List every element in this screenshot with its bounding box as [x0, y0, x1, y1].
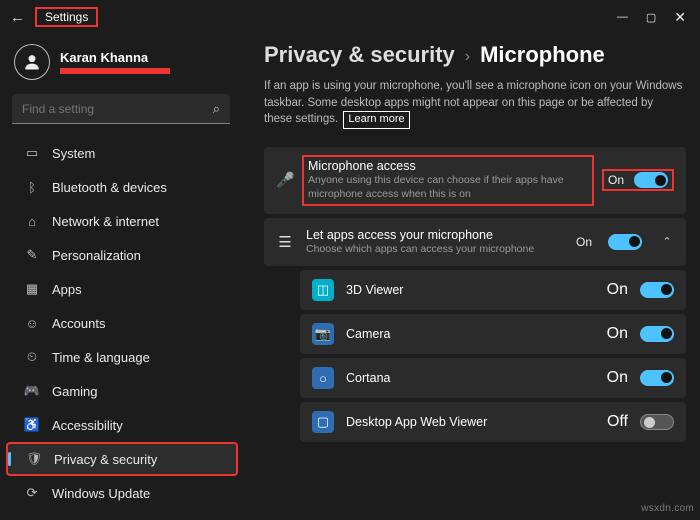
camera-icon: 📷	[312, 323, 334, 345]
search-icon: ⌕	[213, 101, 220, 117]
system-icon: ▭	[24, 145, 40, 161]
personalization-icon: ✎	[24, 247, 40, 263]
sidebar-item-label: System	[52, 146, 95, 161]
sidebar-item-label: Accounts	[52, 316, 105, 331]
gaming-icon: 🎮	[24, 383, 40, 399]
sidebar-item-label: Personalization	[52, 248, 141, 263]
sidebar-item-label: Apps	[52, 282, 82, 297]
user-email-redacted	[60, 68, 170, 74]
let-apps-toggle[interactable]	[608, 234, 642, 250]
setting-title: Microphone access	[308, 159, 588, 173]
app-icon: ▢	[312, 411, 334, 433]
sidebar-item-label: Windows Update	[52, 486, 150, 501]
page-title: Microphone	[480, 42, 605, 68]
apps-icon: ▦	[24, 281, 40, 297]
search-field[interactable]	[22, 102, 196, 116]
chevron-up-icon[interactable]: ⌃	[660, 235, 674, 248]
shield-icon: 🛡	[26, 451, 42, 467]
avatar	[14, 44, 50, 80]
sidebar-item-bluetooth[interactable]: ᛒ Bluetooth & devices	[6, 170, 238, 204]
sidebar: Karan Khanna ⌕ ▭ System ᛒ Bluetooth & de…	[0, 34, 244, 520]
app-icon: ◫	[312, 279, 334, 301]
user-name: Karan Khanna	[60, 50, 170, 65]
bluetooth-icon: ᛒ	[24, 179, 40, 195]
app-toggle[interactable]	[640, 370, 674, 386]
clock-icon: ⏲	[24, 349, 40, 365]
accessibility-icon: ♿	[24, 417, 40, 433]
person-icon	[22, 52, 42, 72]
sidebar-item-label: Accessibility	[52, 418, 123, 433]
microphone-access-setting[interactable]: 🎤 Microphone access Anyone using this de…	[264, 147, 686, 213]
user-header[interactable]: Karan Khanna	[0, 34, 244, 94]
chevron-right-icon: ›	[465, 48, 470, 66]
back-button[interactable]: ←	[10, 9, 25, 26]
let-apps-access-setting[interactable]: ☰ Let apps access your microphone Choose…	[264, 218, 686, 267]
accounts-icon: ☺	[24, 315, 40, 331]
app-row-3d-viewer[interactable]: ◫ 3D Viewer On	[300, 270, 686, 310]
microphone-icon: 🎤	[276, 171, 294, 189]
page-description: If an app is using your microphone, you'…	[264, 78, 684, 129]
main-content: Privacy & security › Microphone If an ap…	[244, 34, 700, 520]
sidebar-item-personalization[interactable]: ✎ Personalization	[6, 238, 238, 272]
breadcrumb-parent[interactable]: Privacy & security	[264, 42, 455, 68]
toggle-state: Off	[607, 413, 628, 431]
toggle-state: On	[607, 325, 628, 343]
app-name: Camera	[346, 327, 595, 341]
sidebar-item-privacy[interactable]: 🛡 Privacy & security	[6, 442, 238, 476]
app-toggle[interactable]	[640, 326, 674, 342]
microphone-access-toggle[interactable]	[634, 172, 668, 188]
toggle-state: On	[607, 369, 628, 387]
sidebar-item-accounts[interactable]: ☺ Accounts	[6, 306, 238, 340]
app-row-cortana[interactable]: ○ Cortana On	[300, 358, 686, 398]
window-title: Settings	[35, 7, 98, 27]
app-row-camera[interactable]: 📷 Camera On	[300, 314, 686, 354]
app-row-desktop-app-web-viewer[interactable]: ▢ Desktop App Web Viewer Off	[300, 402, 686, 442]
app-name: Cortana	[346, 371, 595, 385]
sidebar-item-apps[interactable]: ▦ Apps	[6, 272, 238, 306]
sidebar-item-network[interactable]: ⌂ Network & internet	[6, 204, 238, 238]
sidebar-item-time[interactable]: ⏲ Time & language	[6, 340, 238, 374]
app-name: 3D Viewer	[346, 283, 595, 297]
toggle-state: On	[607, 281, 628, 299]
network-icon: ⌂	[24, 213, 40, 229]
sidebar-item-update[interactable]: ⟳ Windows Update	[6, 476, 238, 510]
search-input[interactable]: ⌕	[12, 94, 230, 124]
toggle-state: On	[576, 235, 592, 249]
app-toggle[interactable]	[640, 282, 674, 298]
list-icon: ☰	[276, 233, 294, 251]
sidebar-item-system[interactable]: ▭ System	[6, 136, 238, 170]
sidebar-item-label: Bluetooth & devices	[52, 180, 167, 195]
close-button[interactable]: ✕	[674, 9, 686, 26]
cortana-icon: ○	[312, 367, 334, 389]
learn-more-link[interactable]: Learn more	[343, 111, 409, 129]
app-toggle[interactable]	[640, 414, 674, 430]
setting-subtitle: Anyone using this device can choose if t…	[308, 174, 588, 201]
watermark: wsxdn.com	[641, 503, 694, 514]
toggle-state: On	[608, 173, 624, 187]
titlebar: ← Settings ― ▢ ✕	[0, 0, 700, 34]
app-name: Desktop App Web Viewer	[346, 415, 595, 429]
update-icon: ⟳	[24, 485, 40, 501]
setting-title: Let apps access your microphone	[306, 228, 564, 242]
sidebar-item-gaming[interactable]: 🎮 Gaming	[6, 374, 238, 408]
breadcrumb: Privacy & security › Microphone	[264, 42, 686, 68]
sidebar-item-label: Gaming	[52, 384, 98, 399]
sidebar-item-label: Time & language	[52, 350, 150, 365]
sidebar-item-label: Privacy & security	[54, 452, 157, 467]
sidebar-item-accessibility[interactable]: ♿ Accessibility	[6, 408, 238, 442]
sidebar-item-label: Network & internet	[52, 214, 159, 229]
maximize-button[interactable]: ▢	[646, 11, 656, 24]
minimize-button[interactable]: ―	[617, 11, 628, 23]
setting-subtitle: Choose which apps can access your microp…	[306, 243, 564, 257]
